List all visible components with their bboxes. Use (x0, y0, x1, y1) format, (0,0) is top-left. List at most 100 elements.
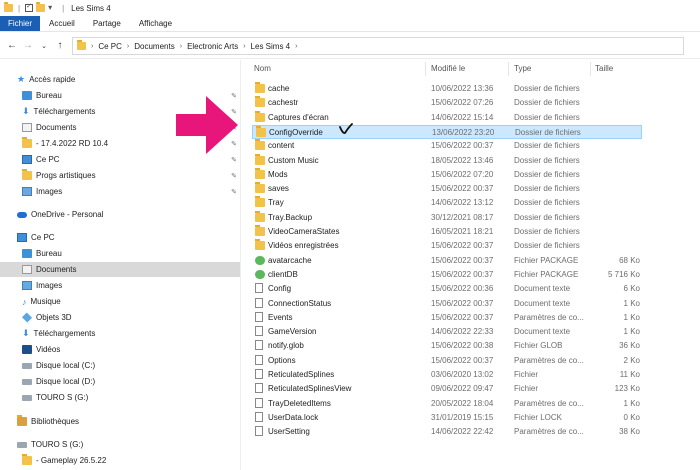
file-row[interactable]: Vidéos enregistrées 15/06/2022 00:37 Dossi… (252, 239, 642, 253)
folder-icon (22, 169, 32, 180)
handwritten-check-annotation (339, 123, 353, 135)
arrow-right-icon[interactable]: → (22, 39, 34, 53)
sidebar-item-images-pc[interactable]: Images (0, 278, 240, 293)
file-type: Document texte (514, 284, 571, 294)
sidebar-item-bureau-pc[interactable]: Bureau (0, 246, 240, 261)
file-size: 38 Ko (619, 427, 640, 437)
download-icon: ⬇ (22, 328, 30, 338)
title-bar: | ▾ | Les Sims 4 (0, 0, 700, 16)
file-row[interactable]: ReticulatedSplines 03/06/2020 13:02 Fichie… (252, 368, 642, 382)
file-name: Captures d'écran (268, 112, 329, 122)
folder-icon (77, 40, 86, 50)
column-header-modified[interactable]: Modifié le (431, 64, 465, 73)
file-row[interactable]: cache 10/06/2022 13:36 Dossier de fichiers (252, 82, 642, 96)
file-row[interactable]: ReticulatedSplinesView 09/06/2022 09:47 Fi… (252, 382, 642, 396)
sidebar-item-objets-3d[interactable]: Objets 3D (0, 310, 240, 325)
file-type: Dossier de fichiers (514, 155, 580, 165)
tab-accueil[interactable]: Accueil (40, 16, 84, 31)
file-row[interactable]: Tray 14/06/2022 13:12 Dossier de fichiers (252, 196, 642, 210)
sidebar-item-disque-d[interactable]: Disque local (D:) (0, 374, 240, 389)
file-row[interactable]: content 15/06/2022 00:37 Dossier de fichie… (252, 139, 642, 153)
pink-arrow-annotation (176, 96, 238, 154)
column-header-size[interactable]: Taille (595, 64, 613, 73)
column-header-type[interactable]: Type (514, 64, 531, 73)
file-row[interactable]: Config 15/06/2022 00:36 Document texte 6 Ko (252, 282, 642, 296)
file-row[interactable]: Options 15/06/2022 00:37 Paramètres de co.… (252, 354, 642, 368)
file-row[interactable]: GameVersion 14/06/2022 22:33 Document text… (252, 325, 642, 339)
sidebar-item-documents-pc[interactable]: Documents (0, 262, 240, 277)
sidebar-item-gameplay[interactable]: - Gameplay 26.5.22 (0, 453, 240, 468)
file-row[interactable]: UserSetting 14/06/2022 22:42 Paramètres de… (252, 425, 642, 439)
tab-partage[interactable]: Partage (84, 16, 130, 31)
column-divider[interactable] (425, 62, 426, 76)
breadcrumb-les-sims-4[interactable]: Les Sims 4 › (251, 42, 298, 51)
navigation-bar: ← → ⌄ ↑ › Ce PC › Documents › Electronic A… (0, 33, 700, 59)
file-row[interactable]: VideoCameraStates 16/05/2021 18:21 Dossier… (252, 225, 642, 239)
chevron-right-icon: › (243, 42, 246, 50)
file-row[interactable]: cachestr 15/06/2022 07:26 Dossier de fichi… (252, 96, 642, 110)
column-divider[interactable] (508, 62, 509, 76)
sidebar-item-telechargements-pc[interactable]: ⬇ Téléchargements (0, 326, 240, 341)
pin-icon[interactable]: ✎ (231, 156, 237, 164)
sidebar-item-ce-pc[interactable]: Ce PC (0, 230, 240, 245)
chevron-right-icon: › (126, 42, 130, 50)
arrow-left-icon[interactable]: ← (6, 39, 18, 53)
file-row[interactable]: saves 15/06/2022 00:37 Dossier de fichiers (252, 182, 642, 196)
sidebar-item-ce-pc-quick[interactable]: Ce PC ✎ (0, 152, 240, 167)
tab-affichage[interactable]: Affichage (130, 16, 181, 31)
customize-icon[interactable]: ▾ (48, 4, 57, 12)
sidebar-item-acces-rapide[interactable]: ★ Accès rapide (0, 72, 240, 87)
file-type: Dossier de fichiers (514, 227, 580, 236)
sidebar-item-bibliotheques[interactable]: Bibliothèques (0, 414, 240, 429)
file-size: 68 Ko (619, 255, 640, 265)
file-row[interactable]: Tray.Backup 30/12/2021 08:17 Dossier de fi… (252, 210, 642, 225)
file-row[interactable]: avatarcache 15/06/2022 00:37 Fichier PACKA… (252, 254, 642, 268)
file-row[interactable]: UserData.lock 31/01/2019 15:15 Fichier LOC… (252, 411, 642, 425)
sidebar-item-musique[interactable]: ♪ Musique (0, 294, 240, 309)
chevron-down-icon[interactable]: ⌄ (38, 39, 50, 53)
file-row[interactable]: clientDB 15/06/2022 00:37 Fichier PACKAGE 5… (252, 268, 642, 282)
arrow-up-icon[interactable]: ↑ (54, 39, 66, 53)
file-name: GameVersion (268, 327, 317, 337)
sidebar-item-touro-g[interactable]: TOURO S (G:) (0, 390, 240, 405)
sidebar-item-progs-artistiques[interactable]: Progs artistiques ✎ (0, 168, 240, 183)
breadcrumb-electronic-arts[interactable]: Electronic Arts › (187, 42, 245, 51)
file-row[interactable]: Mods 15/06/2022 07:20 Dossier de fichiers (252, 167, 642, 182)
pane-divider[interactable] (240, 60, 241, 470)
file-name: notify.glob (268, 341, 304, 351)
column-header-name[interactable]: Nom (254, 64, 271, 73)
file-row[interactable]: notify.glob 15/06/2022 00:38 Fichier GLOB 3… (252, 339, 642, 353)
breadcrumb-documents[interactable]: Documents › (134, 42, 182, 51)
pictures-icon (22, 187, 32, 196)
file-row[interactable]: TrayDeletedItems 20/05/2022 18:04 Paramètr… (252, 397, 642, 411)
properties-icon[interactable] (25, 2, 34, 12)
file-type: Dossier de fichiers (514, 198, 580, 208)
sidebar-item-images-quick[interactable]: Images ✎ (0, 184, 240, 199)
pin-icon[interactable]: ✎ (231, 188, 237, 196)
tab-fichier[interactable]: Fichier (0, 16, 41, 31)
file-row[interactable]: Custom Music 18/05/2022 13:46 Dossier de f… (252, 153, 642, 168)
address-bar[interactable]: › Ce PC › Documents › Electronic Arts › Les… (72, 37, 684, 55)
file-type: Paramètres de co... (514, 355, 584, 365)
file-type: Paramètres de co... (514, 312, 584, 322)
file-row[interactable]: ConnectionStatus 15/06/2022 00:37 Document… (252, 297, 642, 311)
file-modified: 14/06/2022 15:14 (431, 112, 494, 122)
file-row[interactable]: Events 15/06/2022 00:37 Paramètres de co..… (252, 311, 642, 325)
sidebar-item-videos[interactable]: Vidéos (0, 342, 240, 357)
file-row[interactable]: ConfigOverride 13/06/2022 23:20 Dossier de… (252, 124, 642, 139)
file-name: Tray (268, 198, 284, 208)
sidebar-item-touro-g-2[interactable]: TOURO S (G:) (0, 437, 240, 452)
breadcrumb-ce-pc[interactable]: Ce PC › (98, 42, 129, 51)
sidebar-item-disque-c[interactable]: Disque local (C:) (0, 358, 240, 373)
pin-icon[interactable]: ✎ (231, 172, 237, 180)
column-divider[interactable] (590, 62, 591, 76)
sidebar-item-onedrive[interactable]: OneDrive - Personal (0, 207, 240, 222)
file-size: 123 Ko (614, 384, 640, 394)
file-size: 1 Ko (623, 327, 640, 337)
document-icon (255, 283, 263, 294)
file-name: ReticulatedSplines (268, 370, 335, 379)
chevron-right-icon[interactable]: › (91, 43, 93, 50)
file-row[interactable]: Captures d'écran 14/06/2022 15:14 Dossier … (252, 110, 642, 125)
file-modified: 30/12/2021 08:17 (431, 212, 494, 222)
new-folder-icon[interactable] (36, 2, 46, 12)
